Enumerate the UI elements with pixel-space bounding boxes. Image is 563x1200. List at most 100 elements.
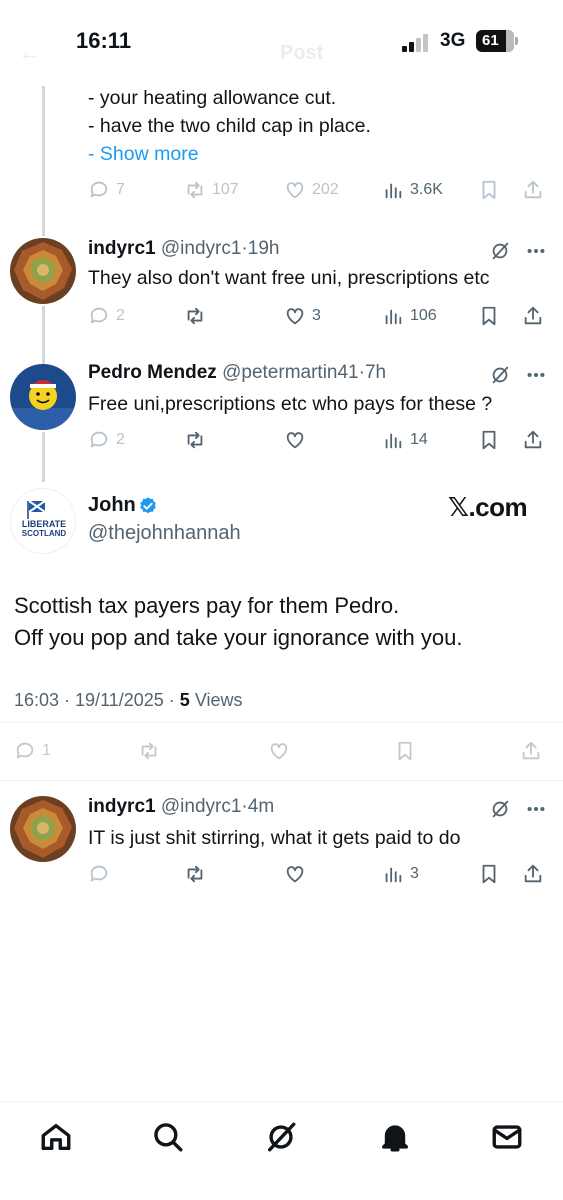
reply-button[interactable]: 7	[88, 176, 125, 204]
views-icon	[385, 867, 402, 883]
network-label: 3G	[440, 30, 466, 51]
post-header: Pedro Mendez @petermartin41·7h	[88, 362, 387, 383]
author-handle[interactable]: @petermartin41	[222, 362, 359, 383]
verified-badge-icon	[140, 497, 156, 514]
repost-icon	[187, 865, 203, 883]
search-icon[interactable]	[151, 1120, 185, 1154]
svg-text:LIBERATE: LIBERATE	[22, 519, 66, 529]
bottom-navigation	[0, 1101, 563, 1200]
share-icon	[524, 306, 542, 325]
author-handle[interactable]: @thejohnhannah	[88, 522, 241, 545]
author-handle[interactable]: @indyrc1	[161, 796, 242, 817]
like-button[interactable]	[268, 737, 290, 765]
share-button[interactable]	[522, 426, 544, 454]
repost-icon	[187, 181, 203, 199]
post-text-line: - your heating allowance cut.	[88, 87, 337, 109]
avatar[interactable]	[10, 796, 76, 862]
share-button[interactable]	[520, 737, 542, 765]
author-name[interactable]: John	[88, 494, 136, 517]
post-header-icons	[489, 362, 547, 388]
author-name[interactable]: indyrc1	[88, 796, 156, 817]
grok-icon[interactable]	[489, 364, 511, 386]
bookmark-button[interactable]	[478, 176, 500, 204]
share-button[interactable]	[522, 860, 544, 888]
post-header: indyrc1 @indyrc1·4m	[88, 796, 275, 817]
avatar-image	[10, 364, 76, 430]
avatar[interactable]: LIBERATE SCOTLAND	[10, 488, 76, 554]
more-icon[interactable]	[525, 798, 547, 820]
post-header: indyrc1 @indyrc1·19h	[88, 238, 280, 259]
views-button[interactable]: 3	[382, 860, 419, 888]
bookmark-button[interactable]	[478, 302, 500, 330]
heart-icon	[286, 182, 304, 199]
main-post-actions: 1	[14, 737, 554, 765]
repost-button[interactable]	[184, 302, 212, 330]
messages-icon[interactable]	[490, 1120, 524, 1154]
heart-icon	[286, 308, 304, 325]
grok-icon[interactable]	[264, 1120, 298, 1154]
views-count: 5	[179, 690, 190, 710]
back-arrow-icon[interactable]: ←	[18, 40, 40, 66]
post-header-icons	[489, 796, 547, 822]
grok-icon[interactable]	[489, 798, 511, 820]
repost-icon	[141, 742, 157, 760]
reply-button[interactable]: 2	[88, 302, 125, 330]
battery-level: 61	[482, 32, 499, 49]
views-button[interactable]: 106	[382, 302, 437, 330]
like-button[interactable]: 202	[284, 176, 339, 204]
author-name[interactable]: Pedro Mendez	[88, 362, 217, 383]
reply-icon	[16, 742, 34, 759]
views-icon	[385, 433, 402, 449]
heart-icon	[286, 866, 304, 883]
show-more-link[interactable]: - Show more	[88, 140, 199, 168]
post-actions: 3	[88, 860, 548, 888]
bookmark-button[interactable]	[394, 737, 416, 765]
bookmark-button[interactable]	[478, 426, 500, 454]
post-time: 7h	[364, 362, 387, 383]
bookmark-icon	[482, 864, 496, 884]
reply-button[interactable]: 2	[88, 426, 125, 454]
thread-line	[42, 86, 45, 236]
share-button[interactable]	[522, 302, 544, 330]
post-text-line: - have the two child cap in place.	[88, 115, 371, 137]
author-handle[interactable]: @indyrc1	[161, 238, 242, 259]
notifications-icon[interactable]	[378, 1120, 412, 1154]
post-time: 19h	[247, 238, 280, 259]
reply-button[interactable]	[88, 860, 110, 888]
liberate-scotland-logo: LIBERATE SCOTLAND	[11, 489, 75, 553]
bookmark-icon	[482, 430, 496, 450]
grok-icon[interactable]	[489, 240, 511, 262]
avatar[interactable]	[10, 238, 76, 304]
thread-line	[42, 432, 45, 482]
home-icon[interactable]	[39, 1120, 73, 1154]
status-time: 16:11	[76, 28, 132, 53]
views-button[interactable]: 14	[382, 426, 428, 454]
author-name[interactable]: indyrc1	[88, 238, 156, 259]
bookmark-button[interactable]	[478, 860, 500, 888]
repost-button[interactable]: 107	[184, 176, 239, 204]
views-button[interactable]: 3.6K	[382, 176, 443, 204]
reply-icon	[90, 865, 108, 882]
post-text: They also don't want free uni, prescript…	[88, 267, 490, 289]
status-bar: ← Post 16:11 3G 61	[0, 0, 563, 86]
post-text-line: Scottish tax payers pay for them Pedro.	[14, 593, 400, 618]
repost-icon	[187, 431, 203, 449]
bookmark-icon	[482, 180, 496, 200]
header-title: Post	[280, 42, 324, 64]
avatar-image	[10, 796, 76, 862]
like-button[interactable]: 3	[284, 302, 321, 330]
like-button[interactable]	[284, 426, 312, 454]
more-icon[interactable]	[525, 240, 547, 262]
repost-button[interactable]	[138, 737, 160, 765]
post-text: Free uni,prescriptions etc who pays for …	[88, 393, 493, 415]
reply-button[interactable]: 1	[14, 737, 51, 765]
share-icon	[522, 741, 540, 760]
repost-button[interactable]	[184, 426, 212, 454]
like-button[interactable]	[284, 860, 306, 888]
post-actions: 7 107 202 3.6K	[88, 176, 548, 204]
repost-button[interactable]	[184, 860, 206, 888]
more-icon[interactable]	[525, 364, 547, 386]
share-button[interactable]	[522, 176, 544, 204]
post-time: 4m	[247, 796, 275, 817]
avatar[interactable]	[10, 364, 76, 430]
